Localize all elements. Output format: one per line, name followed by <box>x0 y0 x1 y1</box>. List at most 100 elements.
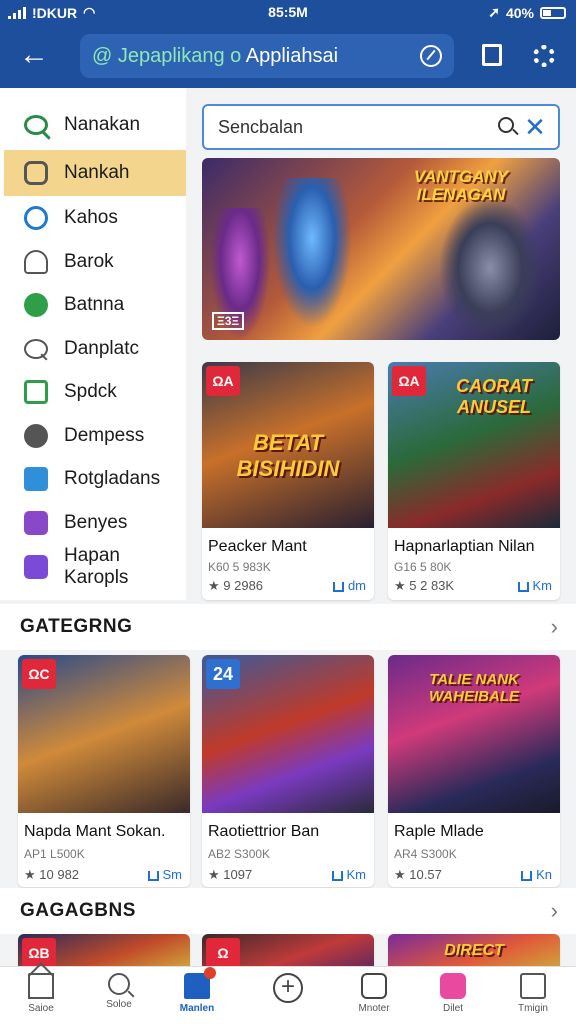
nav-item-home[interactable]: Saioe <box>0 973 82 1023</box>
game-rating: ★ 5 2 83K <box>394 578 455 593</box>
game-card[interactable]: ΩA BETAT BISIHIDIN Peacker Mant K60 5 98… <box>202 362 374 600</box>
sidebar-item-label: Barok <box>64 251 114 272</box>
chevron-right-icon[interactable]: › <box>551 614 558 640</box>
refresh-icon[interactable] <box>420 45 442 67</box>
box-icon <box>24 467 48 491</box>
settings-button[interactable] <box>528 40 562 74</box>
download-icon <box>521 870 533 881</box>
box-icon <box>361 973 387 999</box>
game-art-title: CAORAT ANUSEL <box>456 376 532 417</box>
sidebar-item-label: Hapan Karopls <box>64 545 129 588</box>
game-meta: AR4 S300K <box>394 847 457 861</box>
game-title: Hapnarlaptian Nilan <box>394 538 535 555</box>
nav-item-box[interactable]: Mnoter <box>333 973 415 1023</box>
nav-item-search[interactable]: Soloe <box>78 973 160 1023</box>
game-card[interactable]: Ω <box>202 934 374 966</box>
game-title: Raotiettrior Ban <box>208 823 320 840</box>
game-rating: ★ 10.57 <box>394 867 442 882</box>
search-icon[interactable] <box>498 117 514 133</box>
star-icon <box>24 293 48 317</box>
person-icon <box>24 250 48 274</box>
sidebar-item-6[interactable]: Spdck <box>0 369 186 415</box>
nav-item-add[interactable]: + <box>247 973 329 1023</box>
search-icon <box>24 115 48 135</box>
download-size[interactable]: Kn <box>521 867 552 882</box>
chevron-right-icon[interactable]: › <box>551 898 558 924</box>
status-right: ➚ 40% <box>488 4 566 21</box>
sidebar-item-7[interactable]: Dempess <box>0 413 186 459</box>
apps-icon <box>184 967 216 999</box>
sidebar-item-4[interactable]: Batnna <box>0 282 186 328</box>
download-size[interactable]: Sm <box>147 867 183 882</box>
section-header[interactable]: GATEGRNG › <box>0 604 576 650</box>
game-thumbnail: ΩA BETAT BISIHIDIN <box>202 362 374 528</box>
game-thumbnail: TALIE NANK WAHEIBALE <box>388 655 560 813</box>
section-title: GATEGRNG <box>20 616 133 637</box>
nav-item-pink[interactable]: Dilet <box>412 973 494 1023</box>
search-icon <box>24 339 48 359</box>
search-input[interactable]: Sencbalan ✕ <box>202 104 560 150</box>
battery-icon <box>540 6 566 19</box>
bookmark-button[interactable] <box>476 40 510 74</box>
sidebar-item-label: Danplatc <box>64 338 139 359</box>
hero-character <box>440 198 540 338</box>
sidebar-item-0[interactable]: Nanakan <box>0 102 186 148</box>
sidebar-item-1[interactable]: Nankah <box>4 150 186 196</box>
game-card[interactable]: DIRECT <box>388 934 560 966</box>
game-meta: G16 5 80K <box>394 560 452 574</box>
game-meta: AP1 L500K <box>24 847 85 861</box>
section-header[interactable]: GAGAGBNS › <box>0 888 576 934</box>
store-badge: ΩC <box>22 659 56 689</box>
hero-banner[interactable]: VANTGANY ILENAGAN Ξ3Ξ <box>202 158 560 340</box>
chat-icon <box>24 161 48 185</box>
game-card[interactable]: 24 Raotiettrior Ban AB2 S300K ★ 1097 Km <box>202 655 374 887</box>
home-icon <box>28 973 54 999</box>
nav-label: Mnoter <box>358 1003 390 1014</box>
close-icon[interactable]: ✕ <box>522 110 548 144</box>
game-card[interactable]: TALIE NANK WAHEIBALE Raple Mlade AR4 S30… <box>388 655 560 887</box>
download-size[interactable]: dm <box>332 578 366 593</box>
plus-icon: + <box>273 973 303 1003</box>
sidebar-item-3[interactable]: Barok <box>0 239 186 285</box>
size-label: dm <box>347 578 366 593</box>
bookmark-icon <box>482 44 502 66</box>
grid-icon <box>24 511 48 535</box>
sidebar-item-8[interactable]: Rotgladans <box>0 456 186 502</box>
sidebar-item-2[interactable]: Kahos <box>0 195 186 241</box>
size-label: Kn <box>536 867 552 882</box>
app-bar: ← @ Jepaplikang o Appliahsai <box>0 26 576 88</box>
game-rating: ★ 10 982 <box>24 867 80 882</box>
hero-character <box>272 178 352 328</box>
sidebar: Nanakan Nankah Kahos Barok Batnna Danpla… <box>0 88 186 600</box>
pink-icon <box>440 973 466 999</box>
globe-icon <box>24 206 48 230</box>
back-button[interactable]: ← <box>14 38 54 74</box>
sidebar-item-9[interactable]: Benyes <box>0 500 186 546</box>
download-size[interactable]: Km <box>331 867 367 882</box>
address-bar[interactable]: @ Jepaplikang o Appliahsai <box>80 34 454 78</box>
search-icon <box>108 973 130 995</box>
nav-label: Manlen <box>179 1003 215 1014</box>
store-badge: Ω <box>206 938 240 966</box>
nav-item-apps[interactable]: Manlen <box>156 967 238 1023</box>
size-label: Km <box>346 867 367 882</box>
nav-item-doc[interactable]: Tmigin <box>492 973 574 1023</box>
sidebar-item-10[interactable]: Hapan Karopls <box>0 544 186 590</box>
game-thumbnail: ΩB <box>18 934 190 966</box>
download-size[interactable]: Km <box>517 578 552 593</box>
store-badge: ΩB <box>22 938 56 966</box>
url-text: Appliahsai <box>245 45 339 67</box>
game-meta: K60 5 983K <box>208 560 271 574</box>
search-placeholder: Sencbalan <box>218 117 304 137</box>
sidebar-item-label: Kahos <box>64 207 118 228</box>
game-card[interactable]: ΩB <box>18 934 190 966</box>
game-card[interactable]: ΩC Napda Mant Sokan. AP1 L500K ★ 10 982 … <box>18 655 190 887</box>
size-label: Sm <box>162 867 183 882</box>
game-thumbnail: DIRECT <box>388 934 560 966</box>
download-icon <box>332 581 344 592</box>
status-bar: !DKUR ◠ 85:5M ➚ 40% <box>0 0 576 26</box>
download-icon <box>517 581 529 592</box>
nav-label: Dilet <box>442 1003 463 1014</box>
sidebar-item-5[interactable]: Danplatc <box>0 326 186 372</box>
game-card[interactable]: ΩA CAORAT ANUSEL Hapnarlaptian Nilan G16… <box>388 362 560 600</box>
